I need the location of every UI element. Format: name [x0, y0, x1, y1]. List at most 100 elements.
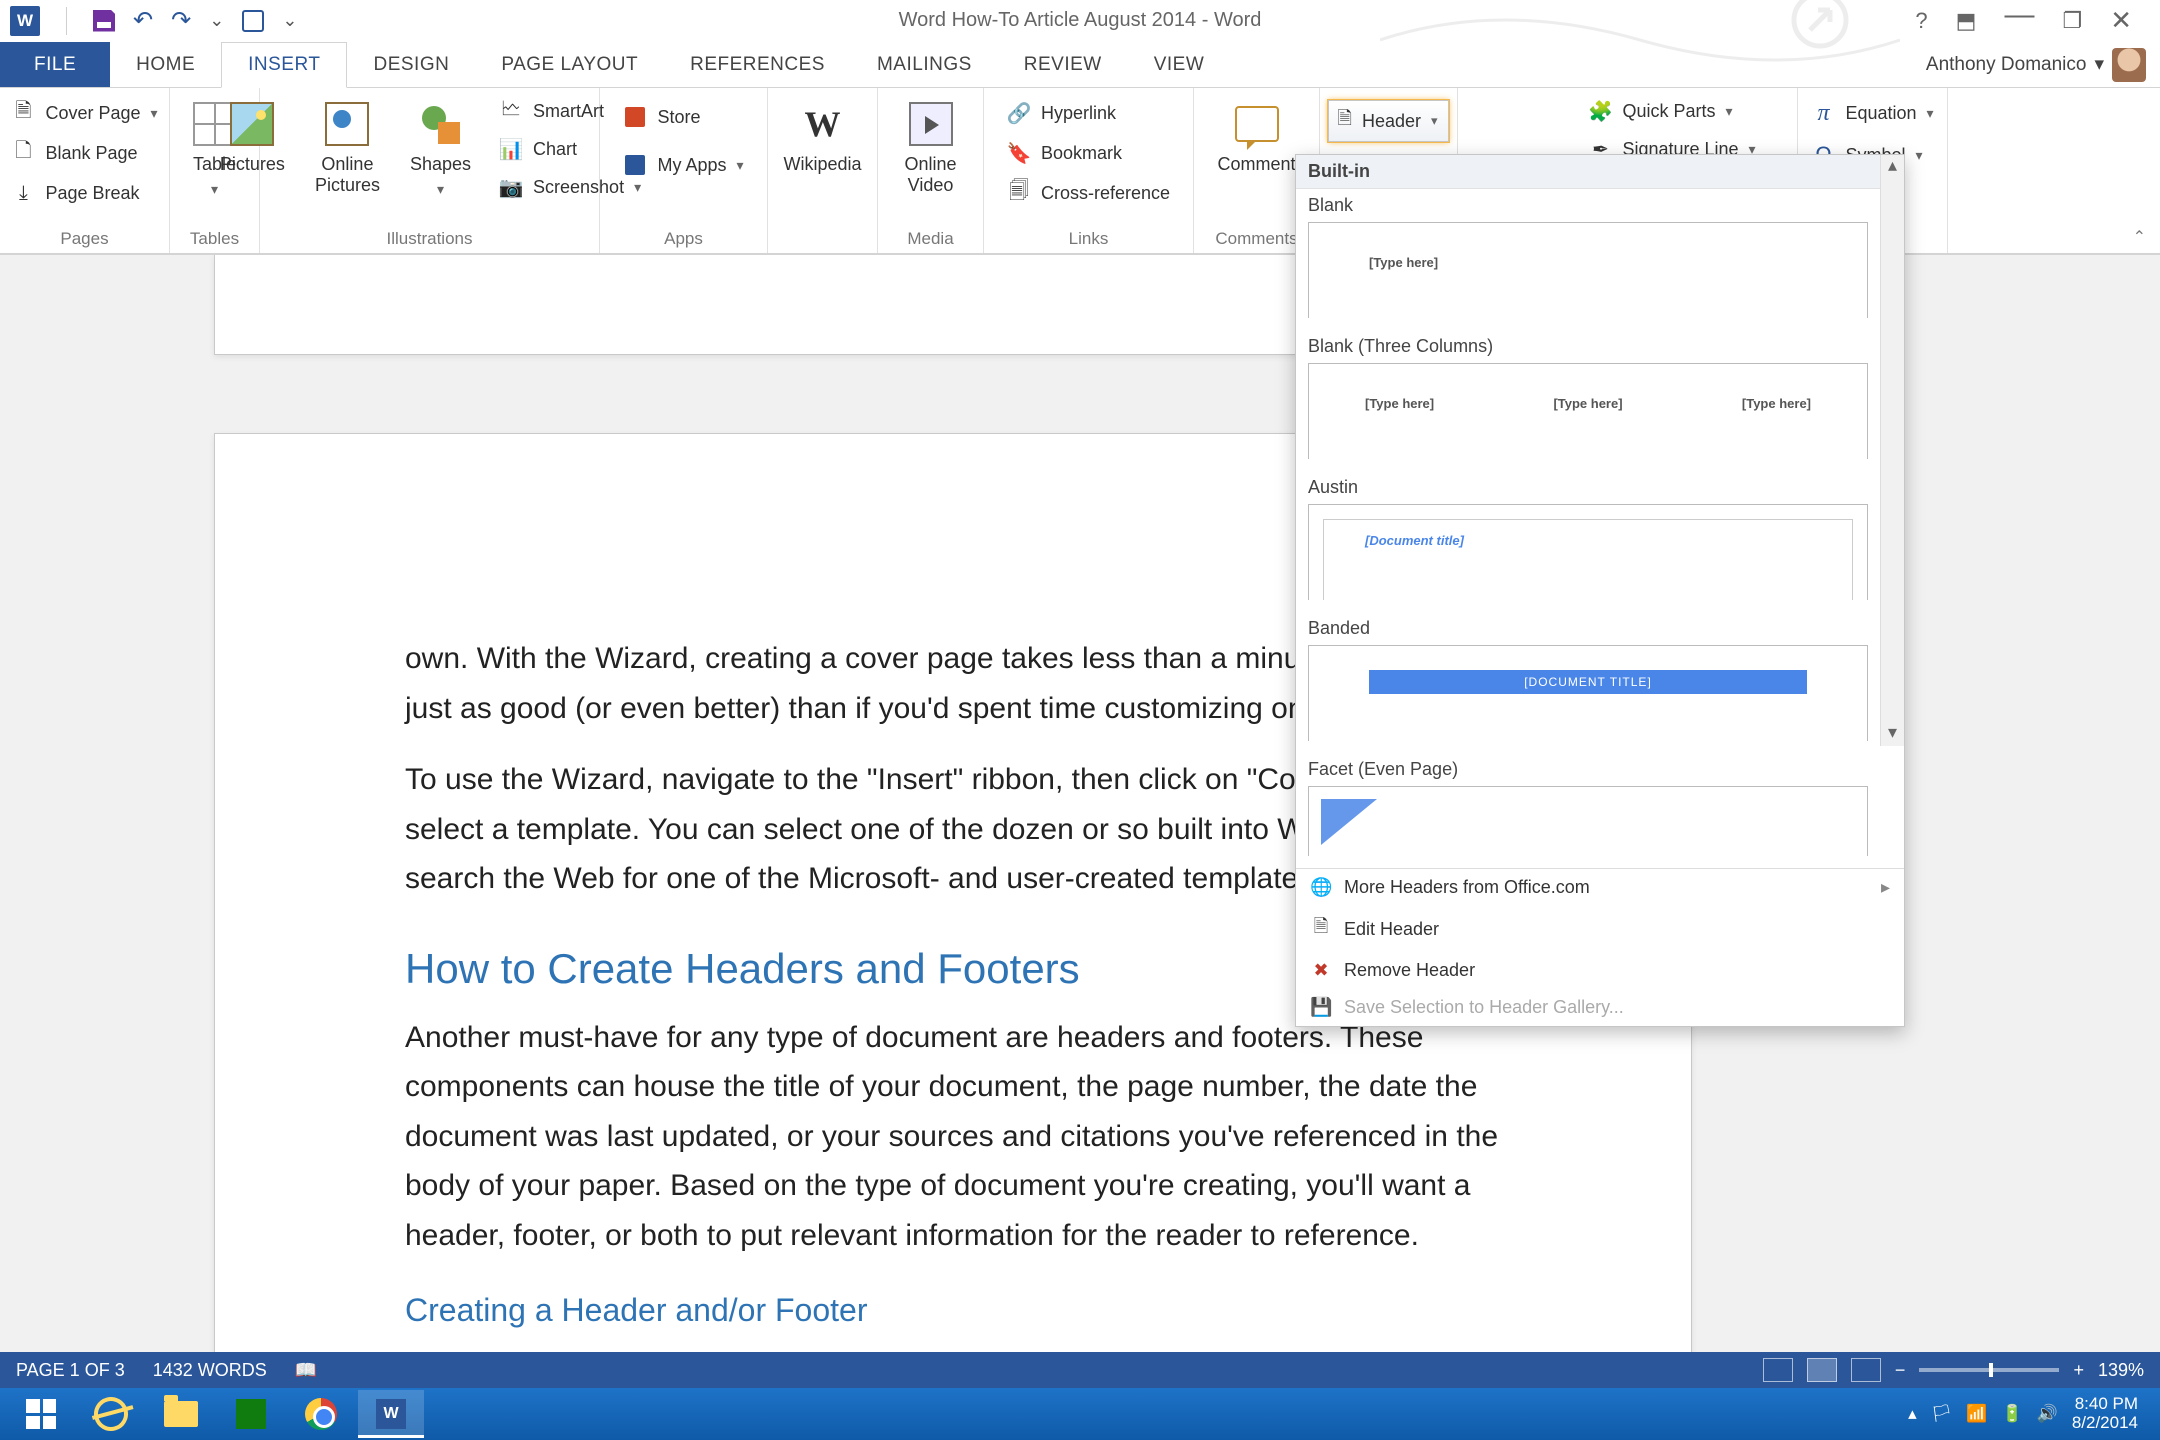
status-word-count[interactable]: 1432 WORDS: [153, 1360, 267, 1381]
restore-icon[interactable]: ❐: [2062, 8, 2082, 34]
group-label-links: Links: [1069, 225, 1109, 249]
cover-page-button[interactable]: 🗎Cover Page: [7, 98, 161, 128]
status-bar: PAGE 1 OF 3 1432 WORDS 📖 − + 139%: [0, 1352, 2160, 1388]
tab-review[interactable]: REVIEW: [998, 42, 1128, 87]
tray-volume-icon[interactable]: 🔊: [2037, 1404, 2058, 1424]
gallery-item-facet-even[interactable]: Facet (Even Page): [1296, 753, 1880, 868]
page-break-button[interactable]: ⤓Page Break: [7, 178, 161, 208]
more-headers-office-com[interactable]: 🌐 More Headers from Office.com ▸: [1296, 869, 1904, 906]
taskbar-ie[interactable]: [78, 1390, 144, 1438]
tray-battery-icon[interactable]: 🔋: [2001, 1404, 2022, 1424]
qat-dropdown-icon[interactable]: ⌄: [282, 10, 297, 31]
collapse-ribbon-icon[interactable]: ⌃: [2133, 227, 2146, 247]
tray-flag-icon[interactable]: 🏳: [1931, 1404, 1953, 1424]
quick-parts-button[interactable]: 🧩Quick Parts: [1584, 96, 1759, 126]
avatar[interactable]: [2112, 48, 2146, 82]
facet-triangle-icon: [1321, 799, 1377, 845]
remove-header[interactable]: ✖ Remove Header: [1296, 952, 1904, 989]
account-area[interactable]: Anthony Domanico ▾: [1926, 42, 2160, 87]
bookmark-button[interactable]: 🔖Bookmark: [1003, 138, 1174, 168]
taskbar-explorer[interactable]: [148, 1390, 214, 1438]
qat-customize-icon[interactable]: ⌄: [209, 10, 224, 31]
zoom-level[interactable]: 139%: [2098, 1360, 2144, 1381]
tab-mailings[interactable]: MAILINGS: [851, 42, 998, 87]
help-icon[interactable]: ?: [1915, 8, 1927, 34]
gallery-scrollbar[interactable]: ▴ ▾: [1880, 155, 1904, 746]
body-paragraph[interactable]: Another must-have for any type of docume…: [405, 1013, 1501, 1261]
store-button[interactable]: Store: [619, 102, 747, 132]
tray-clock[interactable]: 8:40 PM 8/2/2014: [2072, 1395, 2138, 1432]
header-icon: 🗎: [1337, 106, 1351, 136]
smartart-icon: 🗠: [499, 99, 523, 123]
window-controls: ? ⬒ — ❐ ✕: [1915, 4, 2160, 38]
gallery-item-blank[interactable]: Blank [Type here]: [1296, 189, 1880, 330]
tab-view[interactable]: VIEW: [1128, 42, 1231, 87]
title-bar: W ↶ ↷ ⌄ ⌄ Word How-To Article August 201…: [0, 0, 2160, 42]
scroll-up-icon[interactable]: ▴: [1881, 155, 1904, 179]
gallery-item-blank-three-columns[interactable]: Blank (Three Columns) [Type here] [Type …: [1296, 330, 1880, 471]
tab-page-layout[interactable]: PAGE LAYOUT: [475, 42, 664, 87]
touch-mode-icon[interactable]: [242, 10, 264, 32]
taskbar-chrome[interactable]: [288, 1390, 354, 1438]
group-pages: 🗎Cover Page 🗋Blank Page ⤓Page Break Page…: [0, 88, 170, 253]
taskbar-word[interactable]: W: [358, 1390, 424, 1438]
equation-icon: π: [1811, 101, 1835, 125]
gallery-item-banded[interactable]: Banded [DOCUMENT TITLE]: [1296, 612, 1880, 753]
heading-3[interactable]: Creating a Header and/or Footer: [405, 1284, 1501, 1337]
group-wikipedia: WWikipedia: [768, 88, 878, 253]
office-com-icon: 🌐: [1310, 877, 1332, 898]
tab-design[interactable]: DESIGN: [347, 42, 475, 87]
submenu-arrow-icon: ▸: [1881, 877, 1890, 898]
pictures-button[interactable]: Pictures: [214, 96, 291, 202]
word-icon: W: [376, 1399, 406, 1429]
redo-icon[interactable]: ↷: [171, 6, 191, 35]
group-label-tables: Tables: [190, 225, 239, 249]
view-read-mode[interactable]: [1763, 1358, 1793, 1382]
tab-file[interactable]: FILE: [0, 42, 110, 87]
cross-reference-button[interactable]: 🗐Cross-reference: [1003, 178, 1174, 208]
chevron-down-icon: ▾: [1431, 113, 1438, 129]
save-icon[interactable]: [93, 10, 115, 32]
document-title: Word How-To Article August 2014 - Word: [0, 9, 2160, 32]
ribbon-display-icon[interactable]: ⬒: [1956, 8, 1977, 34]
blank-page-button[interactable]: 🗋Blank Page: [7, 138, 161, 168]
hyperlink-button[interactable]: 🔗Hyperlink: [1003, 98, 1174, 128]
taskbar-store[interactable]: [218, 1390, 284, 1438]
quick-parts-icon: 🧩: [1588, 99, 1612, 123]
start-button[interactable]: [8, 1390, 74, 1438]
undo-icon[interactable]: ↶: [133, 6, 153, 35]
my-apps-button[interactable]: My Apps: [619, 150, 747, 180]
comment-button[interactable]: Comment: [1211, 96, 1301, 179]
status-spellcheck-icon[interactable]: 📖: [295, 1360, 317, 1381]
tray-network-icon[interactable]: 📶: [1966, 1404, 1987, 1424]
tray-overflow-icon[interactable]: ▴: [1908, 1404, 1917, 1424]
tab-home[interactable]: HOME: [110, 42, 221, 87]
gallery-item-austin[interactable]: Austin [Document title]: [1296, 471, 1880, 612]
view-print-layout[interactable]: [1807, 1358, 1837, 1382]
zoom-in-icon[interactable]: +: [2073, 1360, 2084, 1381]
close-icon[interactable]: ✕: [2110, 5, 2132, 36]
online-pictures-button[interactable]: Online Pictures: [309, 96, 386, 202]
tab-insert[interactable]: INSERT: [221, 42, 347, 88]
online-video-button[interactable]: Online Video: [890, 96, 971, 200]
shapes-button[interactable]: Shapes: [404, 96, 477, 202]
edit-header[interactable]: 🗎 Edit Header: [1296, 906, 1904, 952]
group-apps: Store My Apps Apps: [600, 88, 768, 253]
chrome-icon: [305, 1398, 337, 1430]
word-app-icon[interactable]: W: [10, 6, 40, 36]
minimize-icon[interactable]: —: [2004, 0, 2034, 32]
group-label-pages: Pages: [60, 225, 108, 249]
scroll-down-icon[interactable]: ▾: [1881, 722, 1904, 746]
header-button[interactable]: 🗎 Header ▾: [1328, 100, 1448, 142]
zoom-out-icon[interactable]: −: [1895, 1360, 1906, 1381]
wikipedia-button[interactable]: WWikipedia: [777, 96, 867, 179]
equation-button[interactable]: πEquation: [1807, 98, 1937, 128]
tab-references[interactable]: REFERENCES: [664, 42, 851, 87]
view-web-layout[interactable]: [1851, 1358, 1881, 1382]
page-break-icon: ⤓: [11, 181, 35, 205]
group-media: Online Video Media: [878, 88, 984, 253]
store-icon: [623, 105, 647, 129]
zoom-slider[interactable]: [1919, 1368, 2059, 1372]
account-dropdown-icon[interactable]: ▾: [2094, 53, 2104, 76]
status-page[interactable]: PAGE 1 OF 3: [16, 1360, 125, 1381]
